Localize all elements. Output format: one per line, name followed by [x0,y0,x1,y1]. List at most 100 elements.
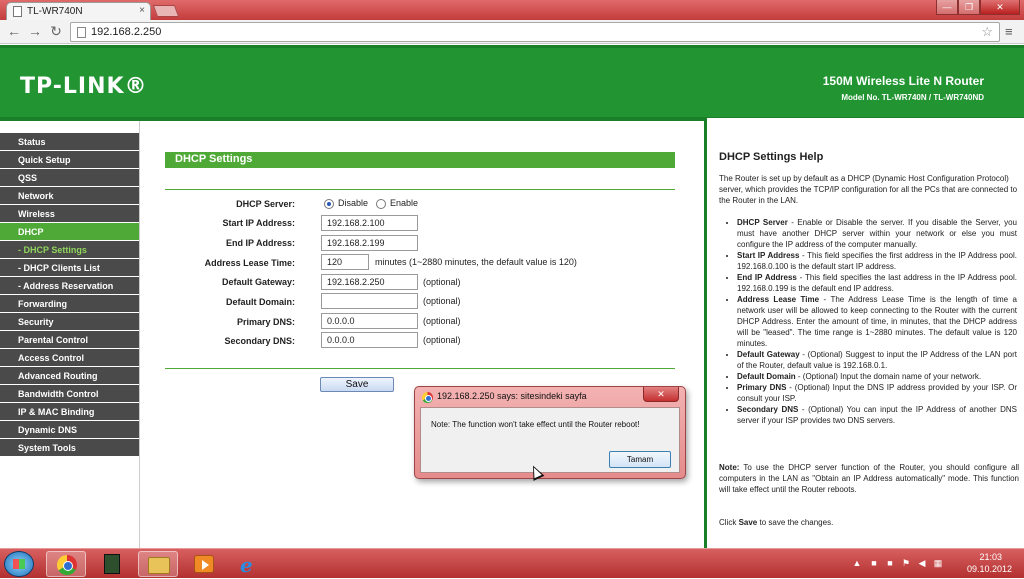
enable-radio[interactable] [376,199,386,209]
start-ip-label: Start IP Address: [222,218,295,228]
help-panel: DHCP Settings Help The Router is set up … [704,118,1024,548]
sidebar-item-qss[interactable]: QSS [0,169,139,187]
end-ip-label: End IP Address: [225,238,295,248]
sidebar-item-parental-control[interactable]: Parental Control [0,331,139,349]
list-item: End IP Address - This field specifies th… [737,272,1017,294]
sidebar-item-wireless[interactable]: Wireless [0,205,139,223]
internet-explorer-icon: e [240,553,253,577]
sidebar-item-dhcp[interactable]: DHCP [0,223,139,241]
list-item: Secondary DNS - (Optional) You can input… [737,404,1017,426]
tab-close-icon[interactable]: × [139,5,145,16]
dialog-close-button[interactable]: ✕ [643,387,679,402]
browser-titlebar: TL-WR740N × — ❐ ✕ [0,0,1024,20]
secondary-dns-optional: (optional) [423,335,461,345]
dialog-body: Note: The function won't take effect unt… [420,407,680,473]
start-ip-input[interactable]: 192.168.2.100 [321,215,418,231]
system-tray: ▲ ■ ■ ⚑ ◀ ▦ 21:03 09.10.2012 [849,549,1024,579]
calculator-icon [104,554,120,574]
start-button[interactable] [4,551,34,577]
primary-dns-label: Primary DNS: [236,317,295,327]
chrome-icon [422,392,433,403]
taskbar-ie[interactable]: e [232,551,272,577]
list-item: DHCP Server - Enable or Disable the serv… [737,217,1017,250]
list-item: Start IP Address - This field specifies … [737,250,1017,272]
new-tab-button[interactable] [152,5,180,17]
sidebar-item-system-tools[interactable]: System Tools [0,439,139,457]
taskbar: e ▲ ■ ■ ⚑ ◀ ▦ 21:03 09.10.2012 [0,548,1024,578]
address-bar[interactable]: 192.168.2.250 ☆ [70,22,1000,42]
gateway-label: Default Gateway: [221,277,295,287]
taskbar-chrome[interactable] [46,551,86,577]
sidebar-item-bandwidth-control[interactable]: Bandwidth Control [0,385,139,403]
sidebar-item-security[interactable]: Security [0,313,139,331]
bookmark-star-icon[interactable]: ☆ [981,24,993,40]
lease-time-label: Address Lease Time: [204,258,295,268]
secondary-dns-input[interactable]: 0.0.0.0 [321,332,418,348]
disable-radio[interactable] [324,199,334,209]
sidebar-spacer [0,121,139,133]
window-controls: — ❐ ✕ [936,0,1020,16]
taskbar-media-player[interactable] [184,551,224,577]
sidebar-item-address-reservation[interactable]: - Address Reservation [0,277,139,295]
primary-dns-optional: (optional) [423,316,461,326]
flag-icon[interactable]: ⚑ [901,558,911,568]
browser-tab[interactable]: TL-WR740N × [6,2,151,20]
dialog-title: 192.168.2.250 says: sitesindeki sayfa [437,391,587,401]
router-banner: TP-LINK® 150M Wireless Lite N Router Mod… [0,45,1024,117]
sidebar-item-ip-mac-binding[interactable]: IP & MAC Binding [0,403,139,421]
volume-icon[interactable]: ◀ [917,558,927,568]
clock-date[interactable]: 09.10.2012 [967,564,1012,574]
network-icon[interactable]: ▦ [933,558,943,568]
main-content: DHCP Settings DHCP Server: Disable Enabl… [141,121,703,548]
help-intro: The Router is set up by default as a DHC… [719,174,1018,205]
tplink-logo: TP-LINK® [20,74,148,99]
taskbar-calculator[interactable] [92,551,132,577]
sidebar-item-quick-setup[interactable]: Quick Setup [0,151,139,169]
domain-input[interactable] [321,293,418,309]
lease-time-input[interactable]: 120 [321,254,369,270]
page-icon [77,27,86,38]
gateway-input[interactable]: 192.168.2.250 [321,274,418,290]
sidebar-item-dhcp-clients-list[interactable]: - DHCP Clients List [0,259,139,277]
sidebar-item-network[interactable]: Network [0,187,139,205]
maximize-button[interactable]: ❐ [958,0,980,15]
primary-dns-input[interactable]: 0.0.0.0 [321,313,418,329]
chrome-icon [57,555,77,575]
minimize-button[interactable]: — [936,0,958,15]
tray-expand-icon[interactable]: ▲ [852,558,862,568]
divider [165,189,675,190]
taskbar-explorer[interactable] [138,551,178,577]
reload-icon[interactable]: ↻ [48,23,64,39]
sidebar-item-forwarding[interactable]: Forwarding [0,295,139,313]
sidebar-item-dhcp-settings[interactable]: - DHCP Settings [0,241,139,259]
page-title: DHCP Settings [165,152,675,168]
save-button[interactable]: Save [320,377,394,392]
help-save-hint: Click Save to save the changes. [719,518,834,527]
sidebar-item-dynamic-dns[interactable]: Dynamic DNS [0,421,139,439]
forward-icon[interactable]: → [27,23,43,39]
domain-label: Default Domain: [225,297,295,307]
sidebar-item-status[interactable]: Status [0,133,139,151]
window-close-button[interactable]: ✕ [980,0,1020,15]
lease-time-hint: minutes (1~2880 minutes, the default val… [375,257,577,267]
clock-time[interactable]: 21:03 [979,552,1002,562]
list-item: Primary DNS - (Optional) Input the DNS I… [737,382,1017,404]
secondary-dns-label: Secondary DNS: [224,336,295,346]
product-model: Model No. TL-WR740N / TL-WR740ND [841,93,984,102]
sidebar-item-access-control[interactable]: Access Control [0,349,139,367]
enable-label: Enable [390,198,419,208]
dialog-message: Note: The function won't take effect unt… [431,420,640,429]
divider [165,368,675,369]
browser-toolbar: ← → ↻ 192.168.2.250 ☆ ≡ [0,20,1024,44]
tray-app-icon[interactable]: ■ [885,558,895,568]
help-title: DHCP Settings Help [719,151,824,163]
wrench-menu-icon[interactable]: ≡ [1005,24,1013,39]
media-player-icon [194,555,214,573]
folder-icon [148,557,170,574]
sidebar-item-advanced-routing[interactable]: Advanced Routing [0,367,139,385]
tray-app-icon[interactable]: ■ [869,558,879,568]
ok-button[interactable]: Tamam [609,451,671,468]
end-ip-input[interactable]: 192.168.2.199 [321,235,418,251]
back-icon[interactable]: ← [6,23,22,39]
list-item: Default Domain - (Optional) Input the do… [737,371,1017,382]
